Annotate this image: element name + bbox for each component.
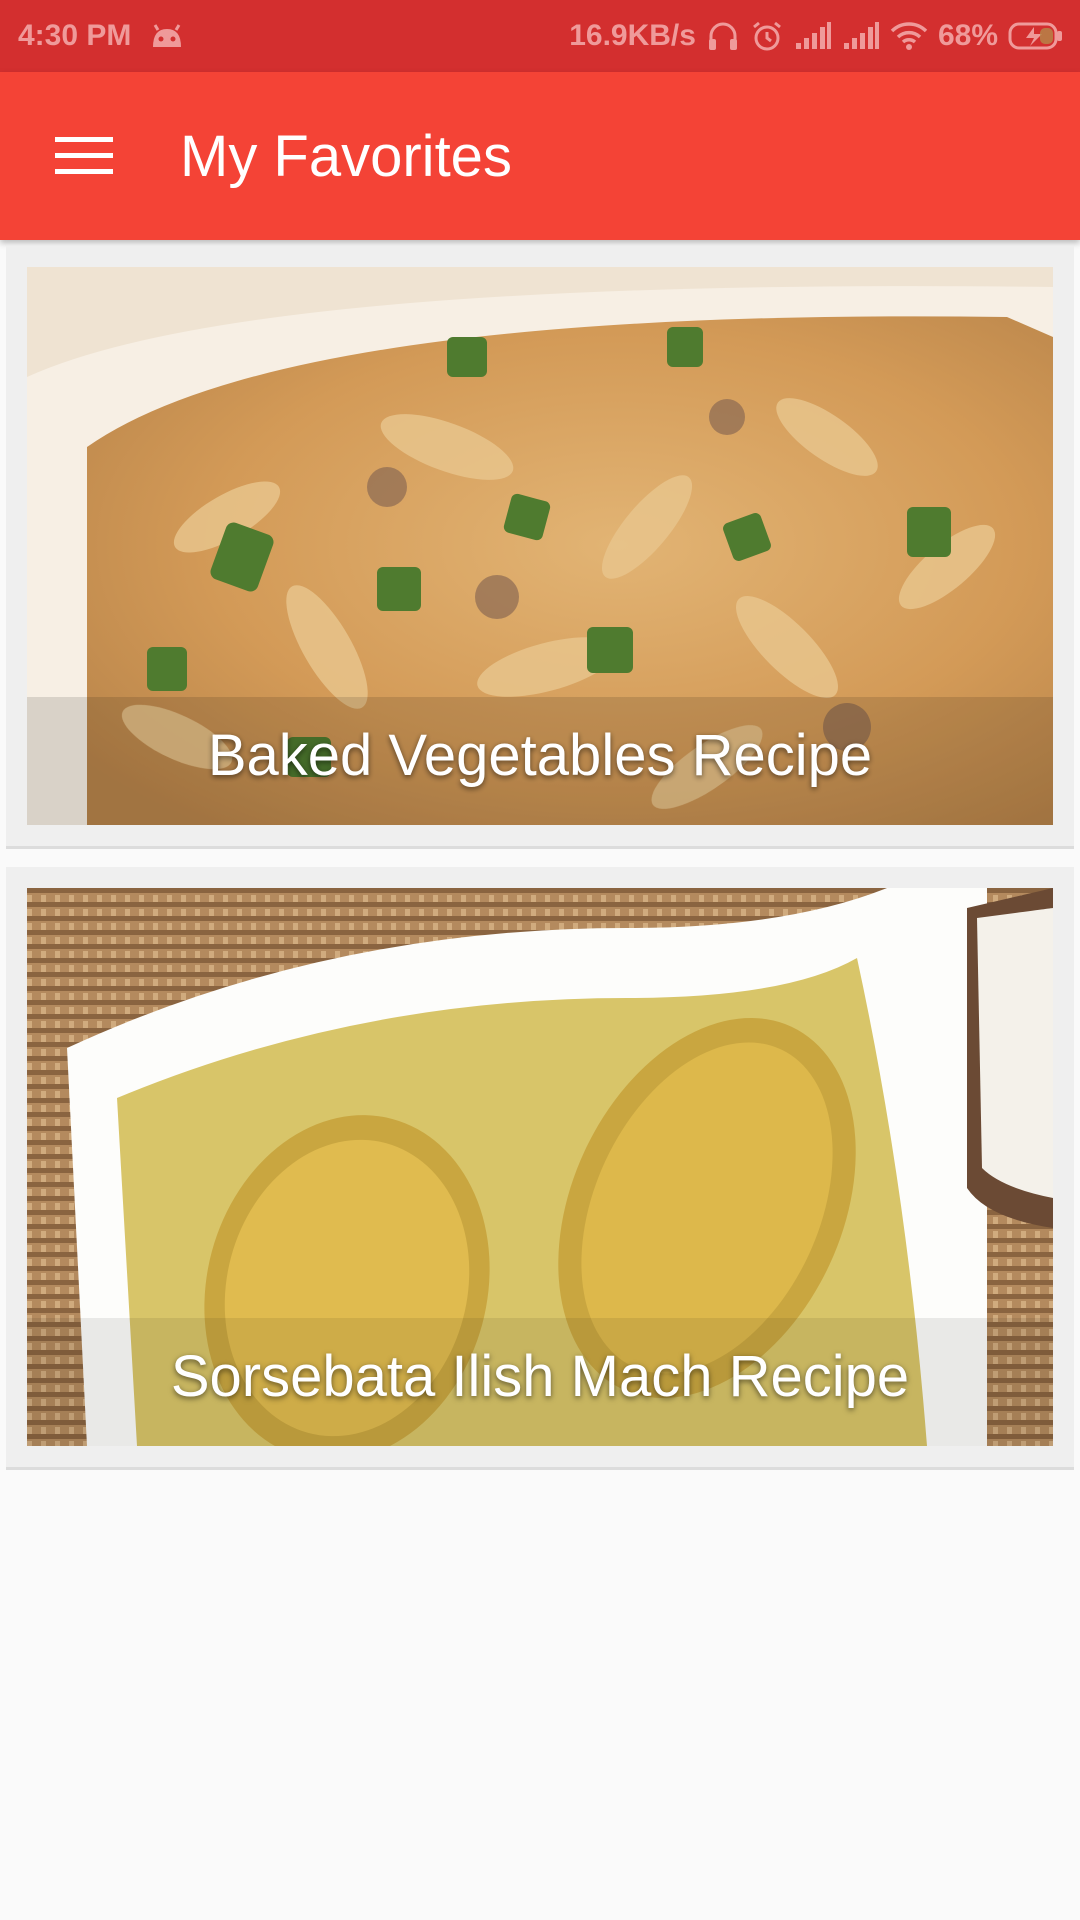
signal-icon <box>842 21 880 51</box>
headset-icon <box>706 19 740 53</box>
recipe-title: Baked Vegetables Recipe <box>207 723 873 788</box>
favorites-list: Baked Vegetables Recipe Sorsebata Ilish … <box>6 246 1074 1488</box>
android-icon <box>149 21 185 51</box>
recipe-title: Sorsebata Ilish Mach Recipe <box>170 1344 910 1409</box>
signal-icon <box>794 21 832 51</box>
status-time: 4:30 PM <box>18 19 132 52</box>
recipe-image-sorsebata-ilish: Sorsebata Ilish Mach Recipe <box>27 888 1053 1446</box>
battery-level: 68% <box>937 19 998 52</box>
battery-charging-icon <box>1008 21 1064 51</box>
wifi-icon <box>890 21 928 51</box>
menu-button[interactable] <box>0 72 168 240</box>
app-bar: My Favorites <box>0 72 1080 240</box>
page-title: My Favorites <box>180 123 512 189</box>
status-bar: 4:30 PM 16.9KB/s 68% <box>0 0 1080 72</box>
recipe-image-baked-vegetables: Baked Vegetables Recipe <box>27 267 1053 825</box>
favorite-card-sorsebata-ilish[interactable]: Sorsebata Ilish Mach Recipe <box>6 867 1074 1470</box>
favorite-card-baked-vegetables[interactable]: Baked Vegetables Recipe <box>6 246 1074 849</box>
network-speed: 16.9KB/s <box>569 19 696 52</box>
alarm-icon <box>750 19 784 53</box>
hamburger-menu-icon <box>55 136 113 176</box>
